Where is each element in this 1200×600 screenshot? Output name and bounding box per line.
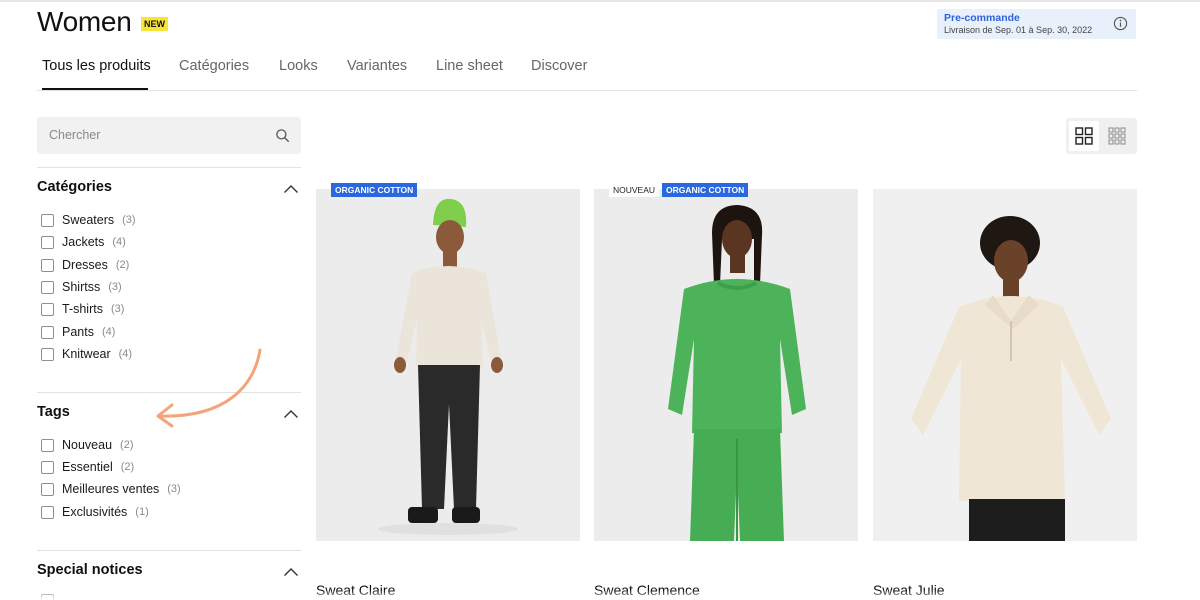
tab-looks[interactable]: Looks xyxy=(279,58,318,74)
tab-bar: Tous les produits Catégories Looks Varia… xyxy=(37,58,1137,91)
tab-line-sheet[interactable]: Line sheet xyxy=(436,58,503,74)
filter-count: (4) xyxy=(112,236,126,248)
checkbox[interactable] xyxy=(41,235,54,249)
product-tags: NOUVEAU ORGANIC COTTON xyxy=(609,183,749,197)
filter-label: Jackets xyxy=(62,235,105,249)
checkbox[interactable] xyxy=(41,258,54,272)
search-field[interactable]: Chercher xyxy=(37,117,301,154)
view-toggle xyxy=(1066,118,1137,154)
small-grid-view-button[interactable] xyxy=(1102,121,1132,151)
checkbox[interactable] xyxy=(41,438,54,452)
new-badge: NEW xyxy=(141,17,168,31)
tab-categories[interactable]: Catégories xyxy=(179,58,249,74)
product-tags: ORGANIC COTTON xyxy=(331,183,418,197)
filter-label: Exclusivités xyxy=(62,505,128,519)
product-tag-nouveau: NOUVEAU xyxy=(609,183,660,197)
filter-label: Dresses xyxy=(62,258,108,272)
tab-variants[interactable]: Variantes xyxy=(347,58,407,74)
checkbox[interactable] xyxy=(41,302,54,316)
filter-count: (1) xyxy=(135,506,149,518)
filter-count: (2) xyxy=(115,259,130,271)
checkbox[interactable] xyxy=(41,325,54,339)
filter-option-knitwear[interactable]: Knitwear (4) xyxy=(41,346,132,362)
preorder-title: Pre-commande xyxy=(944,12,1020,24)
filter-option-exclusivites[interactable]: Exclusivités (1) xyxy=(41,504,149,520)
chevron-up-icon[interactable] xyxy=(283,409,299,419)
preorder-delivery-dates: Livraison de Sep. 01 à Sep. 30, 2022 xyxy=(944,25,1093,35)
product-photo-model-cream-polo-sweater xyxy=(873,189,1137,541)
filter-label: T-shirts xyxy=(62,302,103,316)
checkbox[interactable] xyxy=(41,460,54,474)
checkbox[interactable] xyxy=(41,347,54,361)
chevron-up-icon[interactable] xyxy=(283,184,299,194)
filter-option-jackets[interactable]: Jackets (4) xyxy=(41,234,126,250)
info-icon[interactable] xyxy=(1113,16,1128,31)
filter-label: Knitwear xyxy=(62,347,111,361)
product-photo-model-white-sweater xyxy=(316,189,580,541)
section-title-categories: Catégories xyxy=(37,179,112,195)
tab-all-products[interactable]: Tous les produits xyxy=(42,58,151,74)
scroll-fade xyxy=(0,590,1200,600)
product-tag-organic-cotton: ORGANIC COTTON xyxy=(662,183,749,197)
small-grid-icon xyxy=(1108,127,1126,145)
filter-count: (2) xyxy=(120,461,135,473)
filter-count: (3) xyxy=(122,214,136,226)
filter-option-dresses[interactable]: Dresses (2) xyxy=(41,257,129,273)
checkbox[interactable] xyxy=(41,482,54,496)
product-card-image[interactable] xyxy=(873,189,1137,541)
large-grid-icon xyxy=(1075,127,1093,145)
page-title: Women xyxy=(37,6,132,37)
filter-count: (3) xyxy=(110,303,125,315)
tab-discover[interactable]: Discover xyxy=(531,58,587,74)
section-title-special-notices: Special notices xyxy=(37,562,143,578)
filter-option-pants[interactable]: Pants (4) xyxy=(41,324,115,340)
filter-count: (4) xyxy=(118,348,133,360)
filter-label: Shirtss xyxy=(62,280,101,294)
filter-label: Sweaters xyxy=(62,213,115,227)
filter-count: (3) xyxy=(167,483,181,495)
annotation-arrow-icon xyxy=(156,348,262,428)
checkbox[interactable] xyxy=(41,280,54,294)
filter-option-shirtss[interactable]: Shirtss (3) xyxy=(41,279,122,295)
large-grid-view-button[interactable] xyxy=(1069,121,1099,151)
checkbox[interactable] xyxy=(41,213,54,227)
search-icon[interactable] xyxy=(275,128,290,143)
checkbox[interactable] xyxy=(41,505,54,519)
filter-count: (3) xyxy=(108,281,122,293)
search-input[interactable]: Chercher xyxy=(49,128,100,142)
top-divider xyxy=(0,0,1200,2)
filter-label: Meilleures ventes xyxy=(62,482,160,496)
filter-option-tshirts[interactable]: T-shirts (3) xyxy=(41,301,124,317)
product-photo-model-green-sweatshirt xyxy=(594,189,858,541)
section-divider xyxy=(37,550,301,551)
filter-label: Essentiel xyxy=(62,460,113,474)
filter-label: Nouveau xyxy=(62,438,113,452)
chevron-up-icon[interactable] xyxy=(283,567,299,577)
section-divider xyxy=(37,167,301,168)
filter-option-meilleures-ventes[interactable]: Meilleures ventes (3) xyxy=(41,481,181,497)
filter-label: Pants xyxy=(62,325,94,339)
filter-count: (2) xyxy=(120,439,134,451)
filter-option-nouveau[interactable]: Nouveau (2) xyxy=(41,437,134,453)
filter-option-essentiel[interactable]: Essentiel (2) xyxy=(41,459,134,475)
product-card-image[interactable] xyxy=(594,189,858,541)
preorder-banner[interactable]: Pre-commande Livraison de Sep. 01 à Sep.… xyxy=(937,9,1136,39)
product-tag-organic-cotton: ORGANIC COTTON xyxy=(331,183,418,197)
product-card-image[interactable] xyxy=(316,189,580,541)
filter-option-sweaters[interactable]: Sweaters (3) xyxy=(41,212,136,228)
filter-count: (4) xyxy=(101,326,116,338)
tabs-divider xyxy=(37,90,1137,91)
section-title-tags: Tags xyxy=(37,404,70,420)
